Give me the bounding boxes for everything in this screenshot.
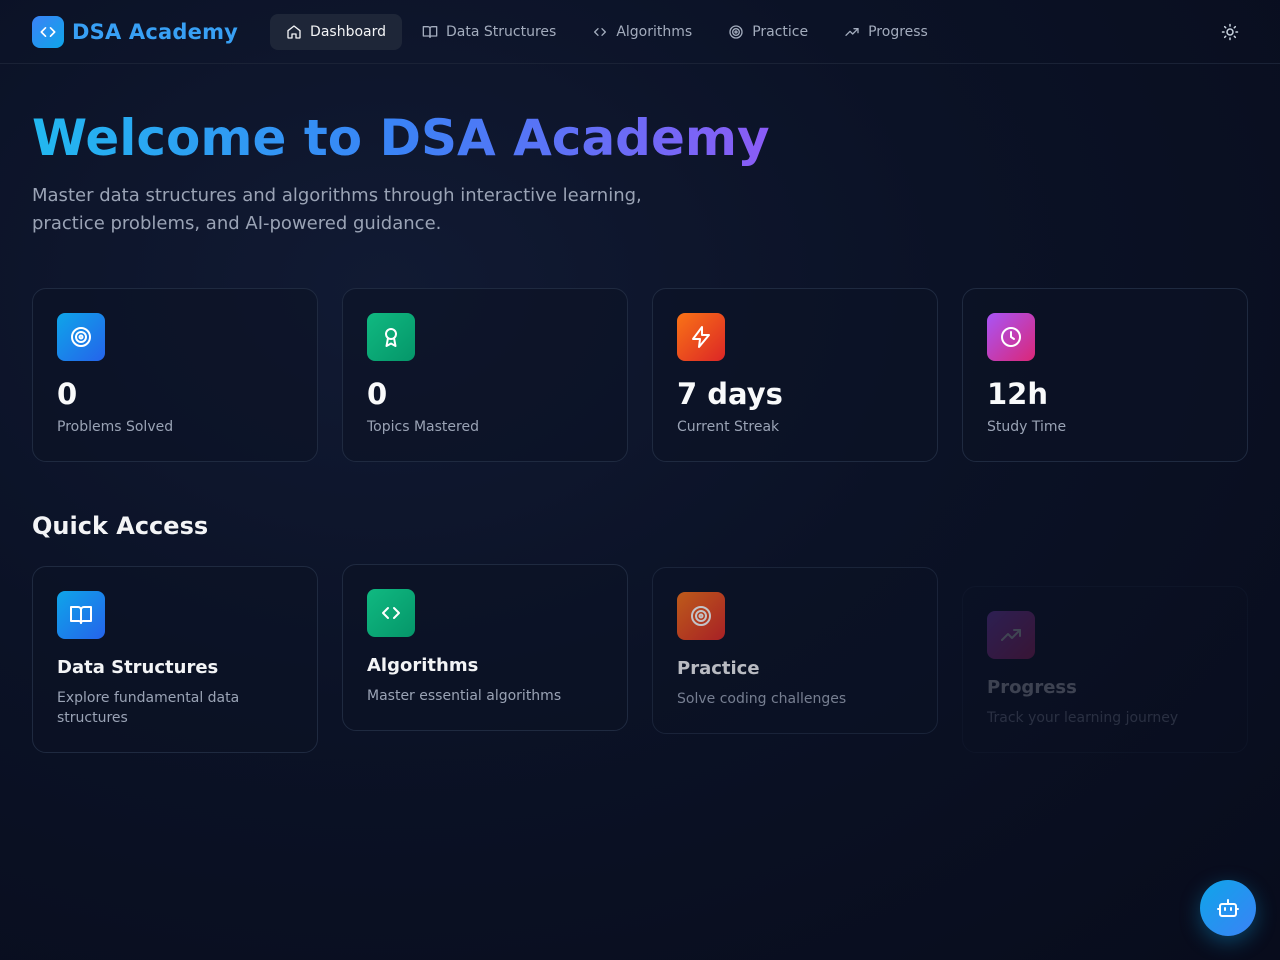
ai-assistant-button[interactable] bbox=[1200, 880, 1256, 936]
nav-item-label: Progress bbox=[868, 23, 928, 40]
nav-item-label: Data Structures bbox=[446, 23, 557, 40]
quick-card-data-structures[interactable]: Data Structures Explore fundamental data… bbox=[32, 566, 318, 753]
stat-card-problems-solved: 0 Problems Solved bbox=[32, 288, 318, 462]
quick-card-title: Practice bbox=[677, 658, 760, 679]
award-icon bbox=[367, 313, 415, 361]
stat-value: 12h bbox=[987, 377, 1049, 411]
sun-icon bbox=[1221, 23, 1239, 40]
home-icon bbox=[287, 24, 301, 39]
stat-card-study-time: 12h Study Time bbox=[962, 288, 1248, 462]
quick-card-practice[interactable]: Practice Solve coding challenges bbox=[652, 567, 938, 734]
code-icon bbox=[594, 27, 607, 36]
stat-label: Topics Mastered bbox=[367, 419, 479, 435]
quick-card-desc: Master essential algorithms bbox=[367, 688, 562, 704]
quick-card-desc: Explore fundamental data structures bbox=[57, 690, 240, 726]
target-icon bbox=[57, 313, 105, 361]
section-title: Quick Access bbox=[32, 512, 209, 540]
stat-label: Problems Solved bbox=[57, 419, 174, 435]
page-title: Welcome to DSA Academy bbox=[32, 109, 770, 167]
trending-up-icon bbox=[987, 611, 1035, 659]
trending-up-icon bbox=[845, 27, 859, 36]
nav-links: Dashboard Data Structures Algorithms Pra… bbox=[270, 13, 944, 50]
book-icon bbox=[57, 591, 105, 639]
quick-card-title: Algorithms bbox=[367, 655, 479, 676]
book-icon bbox=[422, 25, 438, 38]
nav-item-data-structures[interactable]: Data Structures bbox=[406, 14, 572, 50]
target-icon bbox=[677, 592, 725, 640]
nav-item-algorithms[interactable]: Algorithms bbox=[576, 14, 708, 50]
quick-card-title: Data Structures bbox=[57, 657, 219, 678]
brand[interactable]: DSA Academy bbox=[32, 15, 239, 48]
clock-icon bbox=[987, 313, 1035, 361]
stat-value: 0 bbox=[367, 377, 388, 411]
theme-toggle-button[interactable] bbox=[1212, 14, 1248, 50]
nav-item-practice[interactable]: Practice bbox=[712, 14, 824, 50]
code-icon bbox=[367, 589, 415, 637]
top-navbar: DSA Academy Dashboard Data Structures Al… bbox=[0, 0, 1280, 64]
quick-card-desc: Solve coding challenges bbox=[677, 691, 847, 707]
stat-value: 7 days bbox=[677, 377, 783, 411]
page-subtitle: Master data structures and algorithms th… bbox=[32, 185, 642, 234]
code-icon bbox=[32, 15, 64, 48]
quick-card-title: Progress bbox=[987, 677, 1077, 698]
hero: Welcome to DSA Academy Master data struc… bbox=[0, 64, 1280, 238]
nav-item-dashboard[interactable]: Dashboard bbox=[270, 13, 403, 50]
quick-access-grid: Data Structures Explore fundamental data… bbox=[0, 564, 1280, 753]
stat-card-topics-mastered: 0 Topics Mastered bbox=[342, 288, 628, 462]
brand-name: DSA Academy bbox=[72, 19, 239, 44]
quick-card-algorithms[interactable]: Algorithms Master essential algorithms bbox=[342, 564, 628, 731]
bot-icon bbox=[1217, 899, 1239, 917]
stat-label: Study Time bbox=[987, 419, 1067, 435]
nav-item-progress[interactable]: Progress bbox=[828, 14, 944, 50]
stat-label: Current Streak bbox=[677, 419, 780, 435]
nav-item-label: Dashboard bbox=[310, 23, 387, 40]
stat-value: 0 bbox=[57, 377, 78, 411]
target-icon bbox=[729, 24, 743, 39]
stats-grid: 0 Problems Solved 0 Topics Mastered 7 da… bbox=[0, 288, 1280, 462]
quick-card-progress[interactable]: Progress Track your learning journey bbox=[962, 586, 1248, 753]
quick-card-desc: Track your learning journey bbox=[987, 710, 1179, 726]
nav-item-label: Practice bbox=[752, 23, 809, 40]
stat-card-current-streak: 7 days Current Streak bbox=[652, 288, 938, 462]
nav-item-label: Algorithms bbox=[616, 23, 693, 40]
zap-icon bbox=[677, 313, 725, 361]
